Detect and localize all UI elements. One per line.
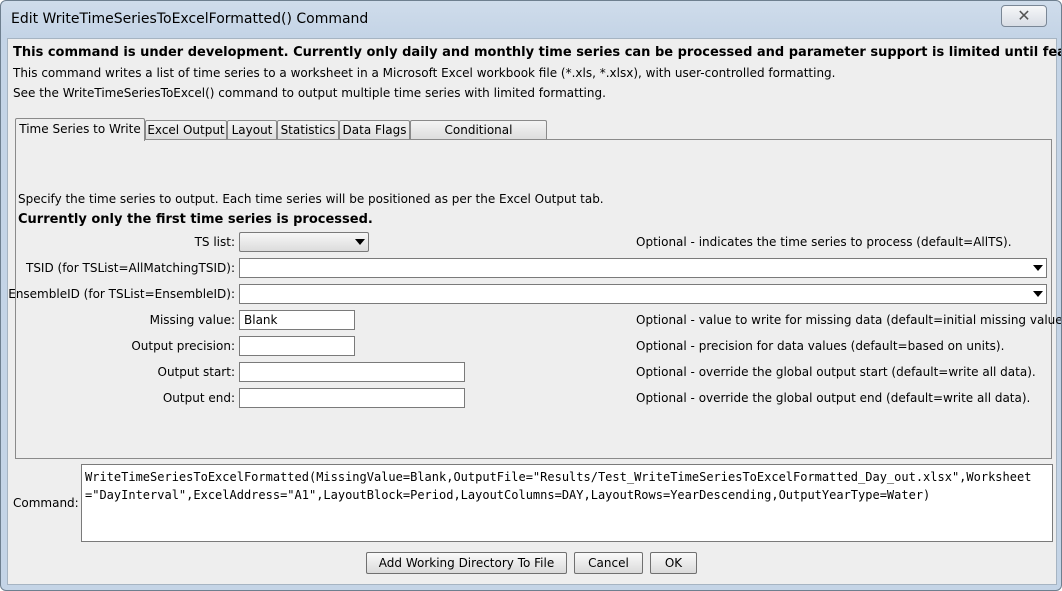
cancel-button[interactable]: Cancel	[574, 552, 643, 574]
dialog-window: Edit WriteTimeSeriesToExcelFormatted() C…	[0, 0, 1062, 591]
dialog-content: This command is under development. Curre…	[7, 38, 1061, 585]
chevron-down-icon	[1033, 265, 1043, 271]
missing-value-field[interactable]: Blank	[239, 310, 355, 330]
command-label: Command:	[13, 496, 79, 510]
window-title: Edit WriteTimeSeriesToExcelFormatted() C…	[11, 11, 369, 27]
ensemble-id-combo[interactable]	[239, 284, 1047, 304]
output-start-label: Output start:	[157, 365, 236, 379]
missing-value-label: Missing value:	[149, 313, 235, 327]
command-textarea[interactable]: WriteTimeSeriesToExcelFormatted(MissingV…	[81, 464, 1053, 542]
tab-panel: Specify the time series to output. Each …	[8, 139, 1061, 459]
panel-intro: Specify the time series to output. Each …	[18, 192, 604, 206]
tab-layout[interactable]: Layout	[227, 120, 277, 140]
description-line-2: See the WriteTimeSeriesToExcel() command…	[13, 86, 606, 100]
tsid-combo[interactable]	[239, 258, 1047, 278]
output-start-note: Optional - override the global output st…	[636, 365, 1036, 379]
close-icon[interactable]: ✕	[1001, 5, 1047, 27]
add-working-directory-button[interactable]: Add Working Directory To File	[366, 552, 567, 574]
output-end-label: Output end:	[162, 391, 235, 405]
development-warning: This command is under development. Curre…	[13, 45, 1061, 60]
output-end-field[interactable]	[239, 388, 465, 408]
missing-value-note: Optional - value to write for missing da…	[636, 313, 1062, 327]
tab-statistics[interactable]: Statistics	[277, 120, 339, 140]
tab-time-series-to-write[interactable]: Time Series to Write	[15, 118, 145, 141]
output-end-note: Optional - override the global output en…	[636, 391, 1031, 405]
tab-excel-output[interactable]: Excel Output	[145, 120, 227, 140]
output-precision-note: Optional - precision for data values (de…	[636, 339, 1005, 353]
title-bar: Edit WriteTimeSeriesToExcelFormatted() C…	[1, 1, 1061, 37]
chevron-down-icon	[1033, 291, 1043, 297]
tab-data-flags[interactable]: Data Flags	[339, 120, 410, 140]
tab-conditional-formatting[interactable]: Conditional Formatting	[410, 120, 547, 156]
tsid-label: TSID (for TSList=AllMatchingTSID):	[25, 261, 235, 275]
ts-list-note: Optional - indicates the time series to …	[636, 235, 1012, 249]
output-precision-label: Output precision:	[131, 339, 235, 353]
output-precision-field[interactable]	[239, 336, 355, 356]
panel-bold-note: Currently only the first time series is …	[18, 212, 373, 227]
ok-button[interactable]: OK	[650, 552, 697, 574]
ts-list-select[interactable]	[239, 232, 369, 252]
ts-list-label: TS list:	[194, 235, 235, 249]
description-line-1: This command writes a list of time serie…	[13, 66, 836, 80]
ensemble-id-label: EnsembleID (for TSList=EnsembleID):	[8, 287, 235, 301]
output-start-field[interactable]	[239, 362, 465, 382]
chevron-down-icon	[355, 239, 365, 245]
